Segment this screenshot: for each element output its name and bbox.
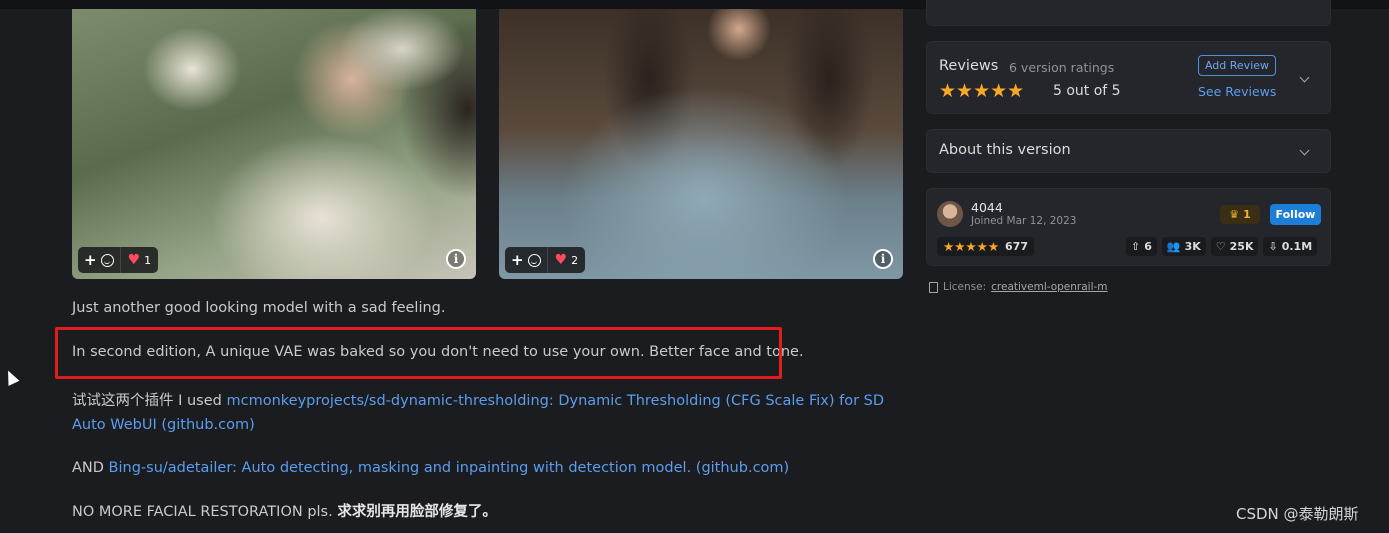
crown-icon: ♛ bbox=[1229, 208, 1240, 221]
creator-rating-badge: ★★★★★ 677 bbox=[937, 237, 1034, 256]
add-review-button[interactable]: Add Review bbox=[1198, 55, 1276, 76]
stat-downloads: ⇩ 0.1M bbox=[1263, 237, 1318, 256]
stat-value: 6 bbox=[1144, 240, 1152, 253]
smile-icon bbox=[527, 253, 541, 267]
mouse-cursor-icon bbox=[2, 368, 20, 386]
license-label: License: bbox=[943, 281, 987, 293]
rating-stars-icon: ★★★★★ bbox=[939, 80, 1025, 102]
chevron-down-icon[interactable] bbox=[1299, 145, 1310, 156]
heart-reaction-button[interactable]: ♥ 2 bbox=[548, 252, 586, 268]
add-reaction-button[interactable]: + bbox=[78, 247, 121, 273]
reviews-title: Reviews bbox=[939, 58, 999, 74]
about-version-panel[interactable]: About this version bbox=[926, 129, 1331, 173]
info-icon[interactable]: i bbox=[873, 249, 893, 269]
creator-rating-count: 677 bbox=[1005, 240, 1028, 253]
upload-icon: ⇧ bbox=[1131, 240, 1141, 253]
description-line-4: AND Bing-su/adetailer: Auto detecting, m… bbox=[72, 456, 789, 480]
license-link[interactable]: creativeml-openrail-m bbox=[991, 281, 1107, 293]
see-reviews-link[interactable]: See Reviews bbox=[1198, 84, 1276, 99]
creator-joined-date: Joined Mar 12, 2023 bbox=[971, 215, 1077, 227]
follow-button[interactable]: Follow bbox=[1270, 204, 1321, 225]
gallery-image-2[interactable]: + ♥ 2 i bbox=[499, 9, 903, 279]
heart-reaction-button[interactable]: ♥ 1 bbox=[121, 252, 159, 268]
highlight-annotation-box bbox=[55, 327, 782, 379]
smile-icon bbox=[100, 253, 114, 267]
description-line-5: NO MORE FACIAL RESTORATION pls. 求求别再用脸部修… bbox=[72, 500, 497, 524]
creator-card: 4044 Joined Mar 12, 2023 ♛ 1 Follow ★★★★… bbox=[926, 188, 1331, 266]
plugin-intro-text: 试试这两个插件 I used bbox=[72, 393, 227, 409]
avatar[interactable] bbox=[937, 201, 963, 227]
crown-count: 1 bbox=[1243, 208, 1251, 221]
crown-badge: ♛ 1 bbox=[1220, 205, 1260, 224]
stat-value: 25K bbox=[1229, 240, 1254, 253]
stat-followers: 👥 3K bbox=[1161, 237, 1206, 256]
license-icon bbox=[929, 281, 938, 293]
info-icon[interactable]: i bbox=[446, 249, 466, 269]
description-line-3: 试试这两个插件 I used mcmonkeyprojects/sd-dynam… bbox=[72, 389, 912, 437]
stat-uploads: ⇧ 6 bbox=[1126, 237, 1157, 256]
adetailer-link[interactable]: Bing-su/adetailer: Auto detecting, maski… bbox=[109, 460, 790, 476]
heart-count: 2 bbox=[571, 253, 579, 267]
about-version-title: About this version bbox=[939, 142, 1071, 158]
reaction-bar: + ♥ 1 bbox=[78, 247, 159, 273]
chinese-note-bold: 求求别再用脸部修复了。 bbox=[337, 504, 497, 520]
stat-value: 3K bbox=[1184, 240, 1201, 253]
no-facial-restoration-text: NO MORE FACIAL RESTORATION pls. bbox=[72, 504, 338, 520]
and-text: AND bbox=[72, 460, 109, 476]
creator-stars-icon: ★★★★★ bbox=[943, 239, 1000, 254]
heart-icon: ♥ bbox=[554, 252, 568, 268]
download-icon: ⇩ bbox=[1268, 240, 1278, 253]
license-row: License: creativeml-openrail-m bbox=[929, 281, 1108, 293]
users-icon: 👥 bbox=[1166, 240, 1181, 253]
add-reaction-button[interactable]: + bbox=[505, 247, 548, 273]
heart-icon: ♥ bbox=[127, 252, 141, 268]
reaction-bar: + ♥ 2 bbox=[505, 247, 586, 273]
creator-name[interactable]: 4044 bbox=[971, 200, 1003, 215]
description-line-1: Just another good looking model with a s… bbox=[72, 300, 446, 316]
watermark: CSDN @泰勒朗斯 bbox=[1236, 505, 1359, 523]
chevron-down-icon[interactable] bbox=[1299, 72, 1310, 83]
reviews-panel: Reviews 6 version ratings ★★★★★ 5 out of… bbox=[926, 41, 1331, 114]
stat-likes: ♡ 25K bbox=[1210, 237, 1259, 256]
collapsed-panel-top bbox=[926, 0, 1331, 26]
stat-value: 0.1M bbox=[1281, 240, 1313, 253]
gallery-image-1[interactable]: + ♥ 1 i bbox=[72, 9, 476, 279]
creator-stats: ⇧ 6 👥 3K ♡ 25K ⇩ 0.1M bbox=[1126, 237, 1318, 256]
version-ratings-count: 6 version ratings bbox=[1009, 60, 1115, 75]
heart-count: 1 bbox=[144, 253, 152, 267]
heart-outline-icon: ♡ bbox=[1215, 240, 1226, 253]
rating-summary: 5 out of 5 bbox=[1053, 83, 1121, 99]
